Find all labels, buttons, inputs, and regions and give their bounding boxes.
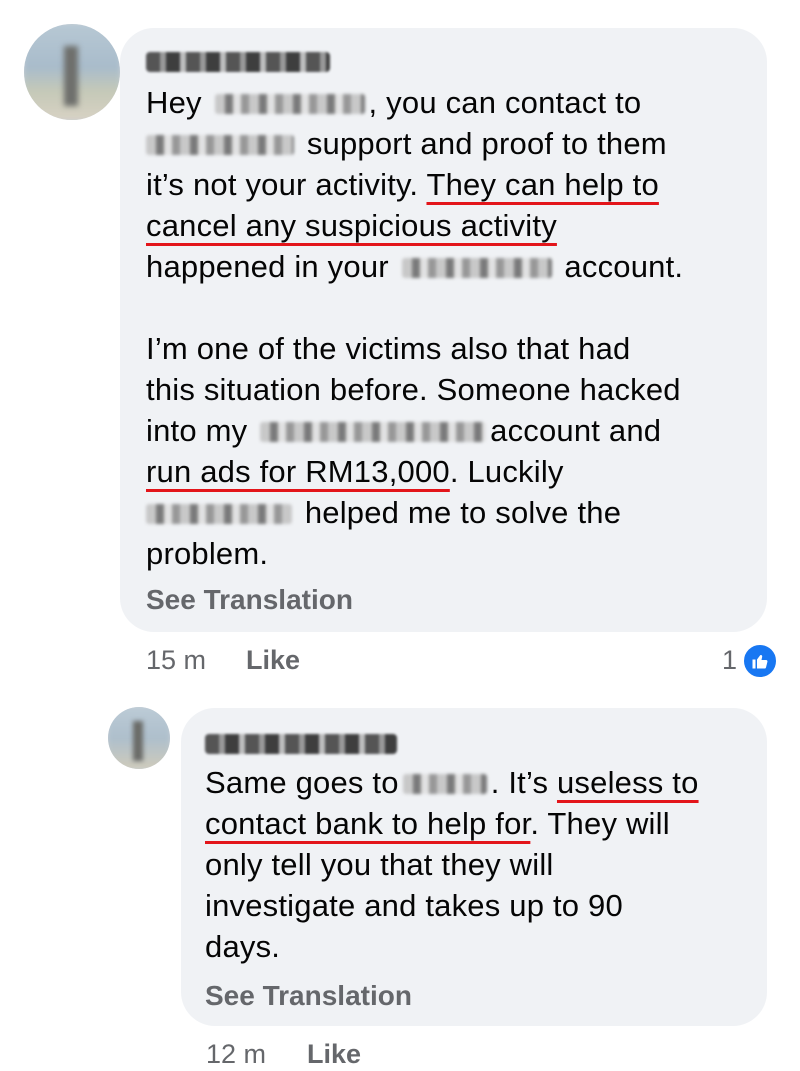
- redacted-bank: [402, 774, 487, 794]
- comment-bubble: Hey , you can contact to support and pro…: [120, 28, 767, 632]
- see-translation-link[interactable]: See Translation: [146, 584, 353, 616]
- redacted-brand: [260, 422, 487, 442]
- reply-avatar[interactable]: [108, 707, 170, 769]
- commenter-name[interactable]: [146, 52, 330, 72]
- comment-body: Hey , you can contact to support and pro…: [146, 82, 683, 574]
- reply-line: investigate and takes up to 90: [205, 888, 623, 923]
- redacted-brand: [401, 258, 552, 278]
- reply-body: Same goes to. It’s useless to contact ba…: [205, 762, 699, 967]
- redacted-brand: [146, 504, 292, 524]
- thumbs-up-icon[interactable]: [742, 643, 778, 679]
- reply-line: only tell you that they will: [205, 847, 554, 882]
- commenter-avatar[interactable]: [24, 24, 120, 120]
- reply-line: days.: [205, 929, 281, 964]
- reply-commenter-name[interactable]: [205, 734, 397, 754]
- redacted-name: [214, 94, 365, 114]
- comment-line: happened in your account.: [146, 249, 684, 284]
- reply-like-button[interactable]: Like: [307, 1039, 361, 1070]
- reply-bubble: Same goes to. It’s useless to contact ba…: [181, 708, 767, 1026]
- comment-line: I’m one of the victims also that had: [146, 331, 631, 366]
- comment-line: helped me to solve the: [146, 492, 683, 533]
- reply-line: contact bank to help for. They will: [205, 806, 670, 841]
- comment-line: Hey , you can contact to: [146, 85, 642, 120]
- comment-line: problem.: [146, 536, 269, 571]
- comment-line: run ads for RM13,000. Luckily: [146, 454, 564, 489]
- reaction-count[interactable]: 1: [722, 645, 737, 676]
- see-translation-link[interactable]: See Translation: [205, 980, 412, 1012]
- comment-line: this situation before. Someone hacked: [146, 372, 681, 407]
- reply-line: Same goes to. It’s useless to: [205, 765, 699, 800]
- comment-line: into my account and: [146, 413, 662, 448]
- comment-line: it’s not your activity. They can help to: [146, 167, 659, 202]
- comment-line: support and proof to them: [146, 123, 683, 164]
- comment-line: cancel any suspicious activity: [146, 208, 557, 243]
- thumbs-up-icon: [752, 654, 768, 669]
- like-button[interactable]: Like: [246, 645, 300, 676]
- reply-timestamp[interactable]: 12 m: [206, 1039, 266, 1070]
- redacted-brand: [146, 135, 294, 155]
- comment-timestamp[interactable]: 15 m: [146, 645, 206, 676]
